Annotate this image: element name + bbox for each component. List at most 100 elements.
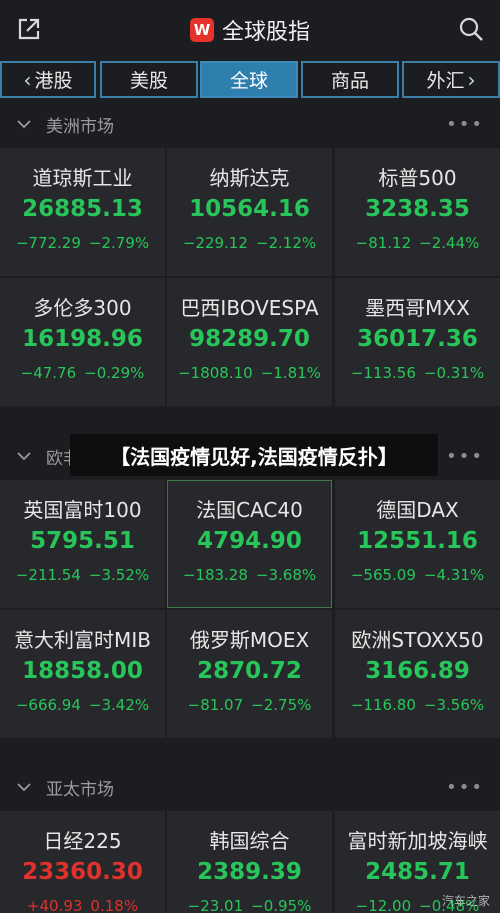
index-price: 2389.39 <box>197 859 302 885</box>
index-price: 12551.16 <box>357 528 478 554</box>
index-name: 欧洲STOXX50 <box>351 628 484 652</box>
index-change: −211.54 <box>15 566 81 584</box>
index-card[interactable]: 日经225 23360.30 +40.93 0.18% <box>0 811 165 913</box>
index-change-row: −81.12 −2.44% <box>335 234 500 252</box>
more-icon[interactable]: ••• <box>446 446 484 467</box>
index-card[interactable]: 道琼斯工业 26885.13 −772.29 −2.79% <box>0 148 165 276</box>
chevron-right-icon: › <box>467 67 476 92</box>
index-name: 巴西IBOVESPA <box>180 296 319 320</box>
index-change-pct: −3.52% <box>88 566 150 584</box>
index-change-pct: −3.68% <box>255 566 317 584</box>
index-change: −116.80 <box>350 696 416 714</box>
index-price: 2870.72 <box>197 658 302 684</box>
index-price: 23360.30 <box>22 859 143 885</box>
tab-label: 商品 <box>330 70 369 92</box>
index-change-pct: −0.29% <box>84 364 145 382</box>
tab-forex[interactable]: 外汇 › <box>402 61 500 98</box>
index-change-pct: 0.18% <box>90 897 139 913</box>
index-name: 俄罗斯MOEX <box>189 628 310 652</box>
index-card[interactable]: 韩国综合 2389.39 −23.01 −0.95% <box>167 811 332 913</box>
index-change: −81.07 <box>187 696 244 714</box>
index-change: −12.00 <box>355 897 412 913</box>
index-card[interactable]: 标普500 3238.35 −81.12 −2.44% <box>335 148 500 276</box>
index-change-pct: −0.95% <box>251 897 312 913</box>
index-change-row: −23.01 −0.95% <box>167 897 332 913</box>
index-change-row: −772.29 −2.79% <box>0 234 165 252</box>
collapse-arrow-icon <box>17 452 31 461</box>
more-icon[interactable]: ••• <box>446 114 484 135</box>
index-change: −565.09 <box>350 566 416 584</box>
tab-us-stocks[interactable]: 美股 <box>100 61 198 98</box>
index-change-row: −113.56 −0.31% <box>335 364 500 382</box>
more-icon[interactable]: ••• <box>446 777 484 798</box>
index-card[interactable]: 多伦多300 16198.96 −47.76 −0.29% <box>0 278 165 406</box>
index-name: 英国富时100 <box>23 498 142 522</box>
index-price: 36017.36 <box>357 326 478 352</box>
tab-commodities[interactable]: 商品 <box>301 61 399 98</box>
index-change-row: −47.76 −0.29% <box>0 364 165 382</box>
app-logo: W <box>189 18 214 42</box>
index-change-row: −565.09 −4.31% <box>335 566 500 584</box>
index-name: 法国CAC40 <box>196 498 303 522</box>
index-price: 4794.90 <box>197 528 302 554</box>
search-icon[interactable] <box>456 14 486 44</box>
index-card[interactable]: 英国富时100 5795.51 −211.54 −3.52% <box>0 480 165 608</box>
index-price: 98289.70 <box>189 326 310 352</box>
index-change-pct: −2.44% <box>419 234 480 252</box>
index-name: 纳斯达克 <box>209 166 290 190</box>
title-group: W 全球股指 <box>0 14 500 46</box>
index-name: 墨西哥MXX <box>365 296 470 320</box>
index-change-row: +40.93 0.18% <box>0 897 165 913</box>
index-change: −666.94 <box>15 696 81 714</box>
index-price: 16198.96 <box>22 326 143 352</box>
section-label: 亚太市场 <box>46 779 114 800</box>
index-change-pct: −2.75% <box>251 696 312 714</box>
index-change-pct: −2.12% <box>255 234 317 252</box>
index-card[interactable]: 墨西哥MXX 36017.36 −113.56 −0.31% <box>335 278 500 406</box>
tab-hk-stocks[interactable]: ‹ 港股 <box>0 61 96 98</box>
index-name: 日经225 <box>43 829 122 853</box>
index-name: 标普500 <box>378 166 457 190</box>
index-change: −47.76 <box>20 364 77 382</box>
index-card[interactable]: 德国DAX 12551.16 −565.09 −4.31% <box>335 480 500 608</box>
index-price: 18858.00 <box>22 658 143 684</box>
index-change: −183.28 <box>182 566 248 584</box>
index-card[interactable]: 俄罗斯MOEX 2870.72 −81.07 −2.75% <box>167 610 332 738</box>
index-name: 韩国综合 <box>209 829 290 853</box>
headline-banner: 【法国疫情见好,法国疫情反扑】 <box>70 434 438 476</box>
watermark: 汽车之家 <box>441 894 490 908</box>
index-change: −229.12 <box>182 234 248 252</box>
index-card[interactable]: 法国CAC40 4794.90 −183.28 −3.68% <box>167 480 332 608</box>
index-card[interactable]: 纳斯达克 10564.16 −229.12 −2.12% <box>167 148 332 276</box>
index-price: 3238.35 <box>365 196 470 222</box>
index-change: −772.29 <box>15 234 81 252</box>
index-change: −1808.10 <box>178 364 253 382</box>
index-price: 26885.13 <box>22 196 143 222</box>
index-name: 意大利富时MIB <box>14 628 151 652</box>
index-change-pct: −0.31% <box>423 364 485 382</box>
index-change-row: −1808.10 −1.81% <box>167 364 332 382</box>
index-change-pct: −3.56% <box>423 696 485 714</box>
index-change-row: −116.80 −3.56% <box>335 696 500 714</box>
collapse-arrow-icon <box>17 783 31 792</box>
index-change-row: −81.07 −2.75% <box>167 696 332 714</box>
tab-global[interactable]: 全球 <box>200 61 298 98</box>
index-change-pct: −3.42% <box>88 696 150 714</box>
tab-label: 美股 <box>129 70 168 92</box>
section-americas-header[interactable]: 美洲市场 ••• <box>0 100 500 148</box>
index-card[interactable]: 巴西IBOVESPA 98289.70 −1808.10 −1.81% <box>167 278 332 406</box>
index-price: 2485.71 <box>365 859 470 885</box>
index-name: 多伦多300 <box>33 296 132 320</box>
index-change: −81.12 <box>355 234 412 252</box>
page-title: 全球股指 <box>221 20 310 45</box>
index-change-row: −183.28 −3.68% <box>167 566 332 584</box>
collapse-arrow-icon <box>17 120 31 129</box>
index-price: 5795.51 <box>30 528 135 554</box>
index-change: −23.01 <box>187 897 244 913</box>
section-asia-pacific-header[interactable]: 亚太市场 ••• <box>0 763 500 811</box>
chevron-left-icon: ‹ <box>23 67 32 92</box>
index-name: 富时新加坡海峡 <box>347 829 488 853</box>
index-card[interactable]: 意大利富时MIB 18858.00 −666.94 −3.42% <box>0 610 165 738</box>
index-change-row: −666.94 −3.42% <box>0 696 165 714</box>
index-card[interactable]: 欧洲STOXX50 3166.89 −116.80 −3.56% <box>335 610 500 738</box>
